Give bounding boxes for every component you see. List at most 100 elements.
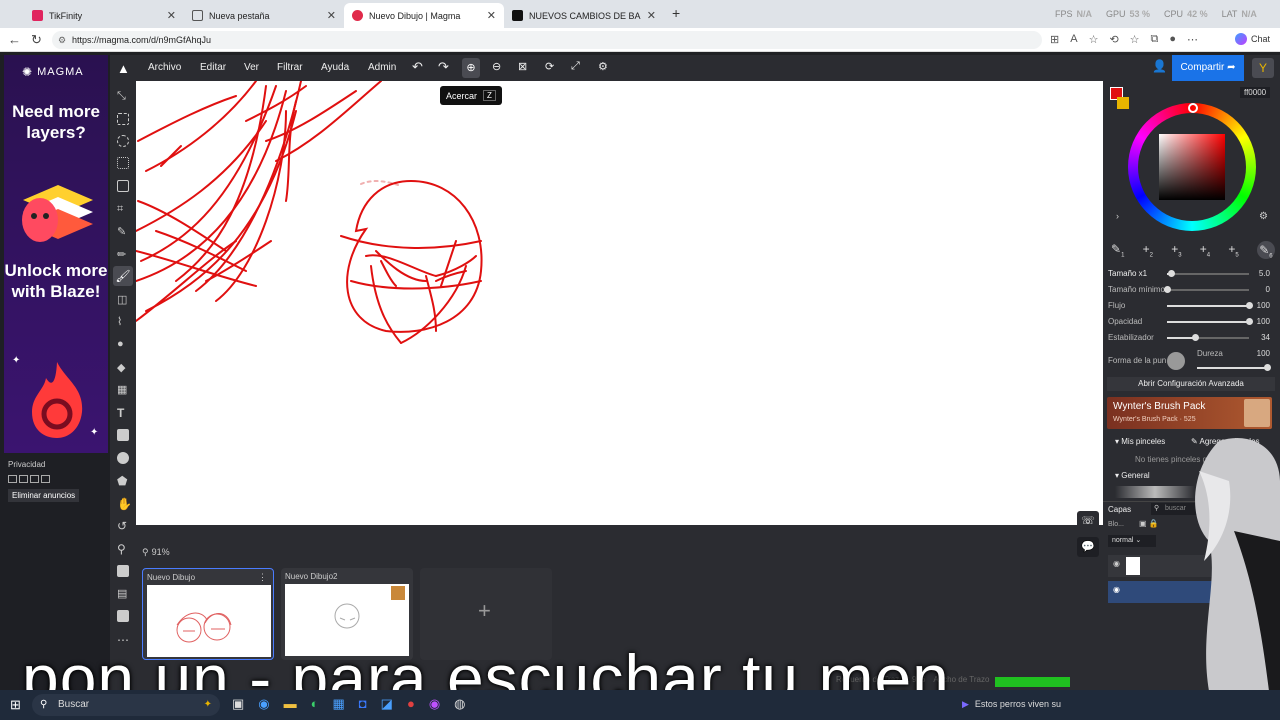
collections-icon[interactable]: ⧉ [1151,33,1159,46]
hardness-slider[interactable] [1197,364,1271,371]
chat-bubble-icon[interactable]: 💬 [1077,537,1099,557]
windows-start-icon[interactable]: ⊞ [10,697,21,713]
consent-icon[interactable] [30,475,39,483]
reference-icon[interactable]: ▤ [117,587,129,600]
zoom-in-icon[interactable]: ⊕ [462,58,480,78]
menu-ayuda[interactable]: Ayuda [321,62,349,73]
more-icon[interactable]: ⋯ [1187,33,1198,46]
text-tool-icon[interactable]: T [117,406,129,420]
hand-icon[interactable]: ✋ [117,497,132,511]
apps-icon[interactable]: ⊞ [1050,33,1059,46]
drawing-canvas[interactable]: ☏ [135,80,1103,531]
settings-icon[interactable]: ⚙ [598,60,608,73]
hue-ring[interactable] [1128,103,1256,231]
close-icon[interactable]: ✕ [167,9,176,22]
consent-icon[interactable] [41,475,50,483]
blur-icon[interactable]: ● [117,338,129,350]
blaze-ad-banner[interactable]: ✺ MAGMA Need more layers? Unlock more wi… [4,55,108,453]
mask-icon[interactable]: ▣ [1139,519,1147,528]
crop-icon[interactable]: ⌗ [117,203,129,215]
brush-pack-banner[interactable]: Wynter's Brush Pack Wynter's Brush Pack … [1107,397,1272,429]
profile-icon[interactable]: ● [1169,33,1176,46]
shape-icon[interactable]: ⬟ [117,474,129,488]
copilot-chat-button[interactable]: Chat [1235,33,1270,45]
zoom-out-icon[interactable]: ⊖ [492,60,501,73]
taskbar-search[interactable]: ⚲ Buscar ✦ [32,694,220,716]
favorite-icon[interactable]: ☆ [1089,33,1099,46]
add-user-icon[interactable]: 👤 [1152,59,1167,73]
rotate-view-icon[interactable]: ↺ [117,519,129,533]
transform-icon[interactable] [117,180,129,192]
brush-slot-6[interactable]: ✎6 [1256,241,1275,259]
move-tool-icon[interactable]: ⤡ [117,90,129,102]
expand-icon[interactable]: › [1116,211,1119,221]
close-icon[interactable]: ✕ [487,9,496,22]
brush-slot-1[interactable]: ✎1 [1111,242,1124,258]
rotate-canvas-icon[interactable]: ⟳ [545,60,554,73]
app-icon[interactable]: ● [407,696,415,712]
user-menu-icon[interactable]: Y [1252,58,1274,78]
comment-icon[interactable] [117,565,129,577]
lasso-select-icon[interactable] [117,157,129,169]
brush-slot-3[interactable]: +3 [1171,242,1181,258]
site-info-icon[interactable]: ⚙ [58,31,66,49]
back-icon[interactable]: ← [8,32,21,47]
ellipse-icon[interactable] [117,452,129,464]
menu-editar[interactable]: Editar [200,62,226,73]
brush-slot-4[interactable]: +4 [1200,242,1210,258]
my-brushes-header[interactable]: ▾ Mis pinceles [1115,437,1165,446]
saturation-value-square[interactable] [1159,134,1225,200]
eyedropper-icon[interactable]: ✎ [117,225,129,238]
tab-tiktok[interactable]: NUEVOS CAMBIOS DE BALANCE ✕ [504,3,664,28]
url-field[interactable]: ⚙ https://magma.com/d/n9mGfAhqJu [52,31,1042,49]
redo-icon[interactable]: ↷ [438,59,449,75]
rectangle-icon[interactable] [117,429,129,441]
remove-ads-button[interactable]: Eliminar anuncios [8,489,80,502]
gradient-icon[interactable]: ▦ [117,383,129,396]
edge-icon[interactable]: ◐ [311,696,319,712]
min-size-slider[interactable] [1164,286,1249,293]
add-icon[interactable] [117,610,129,622]
copilot-icon[interactable]: ◉ [258,696,269,712]
zoom-indicator[interactable]: ⚲ 91% [142,547,170,558]
secondary-color-swatch[interactable] [1117,97,1129,109]
color-settings-icon[interactable]: ⚙ [1259,211,1268,222]
now-playing-widget[interactable]: ▶ Estos perros viven su [962,699,1072,710]
vscode-icon[interactable]: ◪ [381,696,393,712]
color-hex-field[interactable]: ff0000 [1240,87,1271,98]
consent-icon[interactable] [8,475,17,483]
fullscreen-icon[interactable]: ⤢ [571,60,580,73]
magma-logo-icon[interactable]: ▲ [117,61,130,76]
consent-icon[interactable] [19,475,28,483]
brush-slot-5[interactable]: +5 [1228,242,1238,258]
smudge-icon[interactable]: ⌇ [117,315,129,328]
brush-icon[interactable]: 🖌 [113,266,133,286]
file-explorer-icon[interactable]: ▬ [284,696,297,712]
new-tab-icon[interactable]: + [672,5,680,21]
more-options-icon[interactable]: ⋮ [258,572,267,583]
menu-filtrar[interactable]: Filtrar [277,62,303,73]
extensions-icon[interactable]: ⟲ [1109,33,1118,46]
tab-magma[interactable]: Nuevo Dibujo | Magma ✕ [344,3,504,28]
size-slider[interactable] [1167,270,1249,277]
eraser-icon[interactable]: ◫ [117,293,129,306]
blend-mode-select[interactable]: normal ⌄ [1108,535,1156,547]
fit-view-icon[interactable]: ⊠ [518,60,527,73]
steam-icon[interactable]: ◍ [454,696,465,712]
menu-ver[interactable]: Ver [244,62,259,73]
zoom-tool-icon[interactable]: ⚲ [117,542,129,556]
opacity-slider[interactable] [1167,318,1253,325]
reload-icon[interactable]: ↻ [31,32,42,48]
lock-icon[interactable]: 🔒 [1149,519,1159,528]
stabilizer-slider[interactable] [1167,334,1249,341]
pencil-icon[interactable]: ✏ [117,248,129,261]
menu-admin[interactable]: Admin [368,62,396,73]
general-brushes-header[interactable]: ▾ General [1115,471,1150,480]
advanced-settings-button[interactable]: Abrir Configuración Avanzada [1107,377,1275,391]
tab-tikfinity[interactable]: TikFinity ✕ [24,3,184,28]
privacy-label[interactable]: Privacidad [8,460,45,469]
brush-tip-preview[interactable] [1167,352,1185,370]
menu-archivo[interactable]: Archivo [148,62,181,73]
brush-slot-2[interactable]: +2 [1143,242,1153,258]
flow-slider[interactable] [1167,302,1253,309]
